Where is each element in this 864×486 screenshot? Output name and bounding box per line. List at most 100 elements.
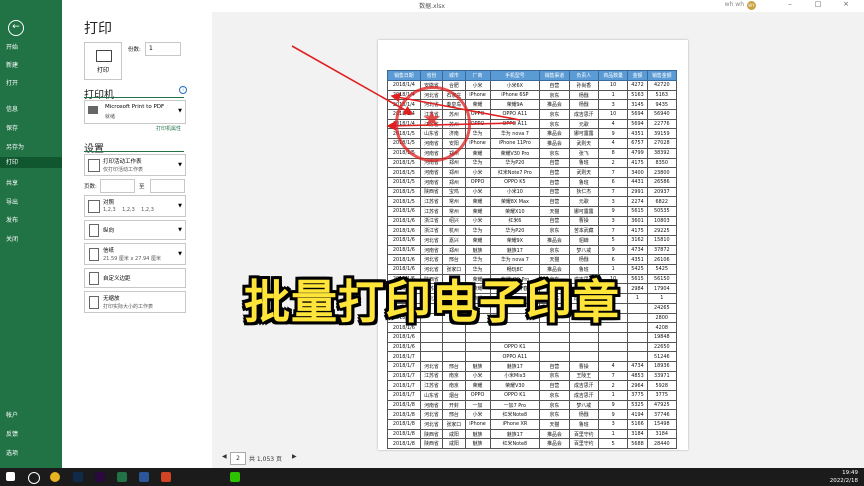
collate-icon xyxy=(88,200,100,213)
avatar[interactable]: WY xyxy=(747,1,756,10)
collate-sub: 1,2,3 1,2,3 1,2,3 xyxy=(103,207,154,213)
table-cell: 自营 xyxy=(539,157,570,169)
table-row: 2018/1/8 河北省 张家口 iPhone iPhone XR 天猫 鲁班 3 5166 15… xyxy=(387,419,678,430)
table-cell: 浙江省 xyxy=(419,215,444,227)
close-button[interactable]: × xyxy=(836,0,856,12)
table-cell: 2991 xyxy=(627,186,648,198)
nav-publish[interactable]: 发布 xyxy=(6,215,18,224)
table-cell: 魅族17 xyxy=(489,244,541,256)
table-cell: 推品会 xyxy=(539,438,570,450)
wechat-icon[interactable] xyxy=(230,472,240,482)
table-cell: 9 xyxy=(597,205,629,217)
nav-feedback[interactable]: 反馈 xyxy=(6,429,18,438)
table-cell: 荣耀 xyxy=(464,147,491,159)
nav-save[interactable]: 保存 xyxy=(6,123,18,132)
nav-close[interactable]: 关闭 xyxy=(6,234,18,243)
nav-home[interactable]: 开始 xyxy=(6,42,18,51)
word-icon[interactable] xyxy=(139,472,149,482)
table-row: 2018/1/5 陕西省 宝鸡 小米 小米10 自营 狄仁杰 7 2991 20937 xyxy=(387,186,678,198)
table-cell: 推品会 xyxy=(539,428,570,440)
table-cell: 河南省 xyxy=(419,167,444,178)
nav-info[interactable]: 信息 xyxy=(6,104,18,113)
printer-select[interactable]: Microsoft Print to PDF 就绪 ▼ xyxy=(84,100,186,124)
print-button[interactable]: 打印 xyxy=(84,42,122,80)
table-cell: 江苏省 xyxy=(419,196,444,207)
maximize-button[interactable]: □ xyxy=(808,0,828,12)
chrome-icon[interactable] xyxy=(50,472,60,482)
table-row: 2018/1/6 河北省 嘉兴 荣耀 荣耀9X 推品会 貂蝉 5 3162 15810 xyxy=(387,235,678,246)
info-icon[interactable]: i xyxy=(179,86,187,94)
nav-account[interactable]: 帐户 xyxy=(6,410,18,419)
paper-size-select[interactable]: 信纸 21.59 厘米 x 27.94 厘米 ▼ xyxy=(84,243,186,265)
table-row: 2018/1/6 19848 xyxy=(387,331,678,343)
print-what-sub: 仅打印活动工作表 xyxy=(103,167,144,173)
nav-save-as[interactable]: 另存为 xyxy=(6,142,24,151)
table-cell xyxy=(627,341,648,353)
back-arrow-icon[interactable]: ← xyxy=(8,20,24,36)
table-cell: 荣耀 xyxy=(464,380,491,391)
nav-new[interactable]: 新建 xyxy=(6,60,18,69)
windows-start-icon[interactable] xyxy=(6,472,15,481)
print-what-select[interactable]: 打印活动工作表 仅打印活动工作表 ▼ xyxy=(84,154,186,176)
excel-icon[interactable] xyxy=(117,472,127,482)
table-cell: 4175 xyxy=(627,225,648,236)
nav-export[interactable]: 导出 xyxy=(6,197,18,206)
table-cell: 常州 xyxy=(442,196,466,207)
printer-section-title: 打印机 xyxy=(84,90,114,101)
table-cell: 郑州 xyxy=(442,167,466,178)
table-cell: iPhone 6SP xyxy=(489,89,541,101)
next-page-icon[interactable]: ▶ xyxy=(292,453,297,460)
printer-properties-link[interactable]: 打印机属性 xyxy=(156,125,181,132)
avatar-initials: WY xyxy=(748,3,755,8)
paper-icon xyxy=(89,248,99,261)
table-cell: OPPO A11 xyxy=(489,351,541,362)
table-cell: 小米6X xyxy=(489,80,541,91)
collate-select[interactable]: 对照 1,2,3 1,2,3 1,2,3 ▼ xyxy=(84,195,186,217)
table-cell: 成吉思汗 xyxy=(568,109,599,120)
table-cell: 绍兴 xyxy=(442,215,466,227)
page-number-input[interactable]: 2 xyxy=(230,452,246,465)
table-cell: 京东 xyxy=(539,89,570,101)
nav-options[interactable]: 选项 xyxy=(6,448,18,457)
table-cell: 5694 xyxy=(627,109,648,120)
orientation-select[interactable]: 纵向 ▼ xyxy=(84,220,186,240)
table-cell: 鲁班 xyxy=(568,157,599,169)
table-cell: 陕西省 xyxy=(419,428,444,440)
table-cell: 河北省 xyxy=(419,360,444,372)
copies-input[interactable]: 1 xyxy=(145,42,181,56)
table-cell: 一加7 Pro xyxy=(489,399,541,411)
table-cell: 京东 xyxy=(539,225,570,236)
powerpoint-icon[interactable] xyxy=(161,472,171,482)
table-cell: 邢台 xyxy=(442,360,466,372)
table-cell: 2018/1/8 xyxy=(387,428,421,440)
table-cell: 华为 xyxy=(464,157,491,169)
table-cell: 王陵王 xyxy=(568,370,599,382)
print-settings-panel xyxy=(62,12,210,468)
table-cell: 3 xyxy=(597,196,629,207)
prev-page-icon[interactable]: ◀ xyxy=(222,453,227,460)
photoshop-icon[interactable] xyxy=(73,472,83,482)
column-header: 负责人 xyxy=(568,70,599,81)
search-icon[interactable] xyxy=(28,472,40,484)
pages-to-input[interactable] xyxy=(150,179,185,193)
system-clock[interactable]: 19:49 2022/2/18 xyxy=(830,469,858,485)
nav-print[interactable]: 打印 xyxy=(0,157,62,168)
user-name[interactable]: wh wh xyxy=(725,1,744,8)
table-cell: 2018/1/8 xyxy=(387,438,421,450)
table-cell: 47925 xyxy=(646,399,678,411)
table-row: 2018/1/7 江苏省 南京 小米 小米Mix3 京东 王陵王 7 4853 33971 xyxy=(387,370,678,382)
column-header: 销售渠道 xyxy=(539,70,570,81)
table-cell: 魅族 xyxy=(464,438,491,450)
nav-open[interactable]: 打开 xyxy=(6,78,18,87)
table-cell: 4272 xyxy=(627,80,648,91)
nav-share[interactable]: 共享 xyxy=(6,178,18,187)
pages-from-input[interactable] xyxy=(100,179,135,193)
table-cell: 咸阳 xyxy=(442,438,466,450)
premiere-icon[interactable] xyxy=(95,472,105,482)
minimize-button[interactable]: – xyxy=(780,0,800,12)
table-cell xyxy=(442,331,466,343)
table-cell: 郑州 xyxy=(442,176,466,188)
table-row: 2018/1/8 陕西省 咸阳 魅族 魅族17 推品会 百里守约 1 3184 3184 xyxy=(387,428,678,440)
table-cell: 荣耀9A xyxy=(489,99,541,111)
table-cell: 6822 xyxy=(646,196,678,207)
